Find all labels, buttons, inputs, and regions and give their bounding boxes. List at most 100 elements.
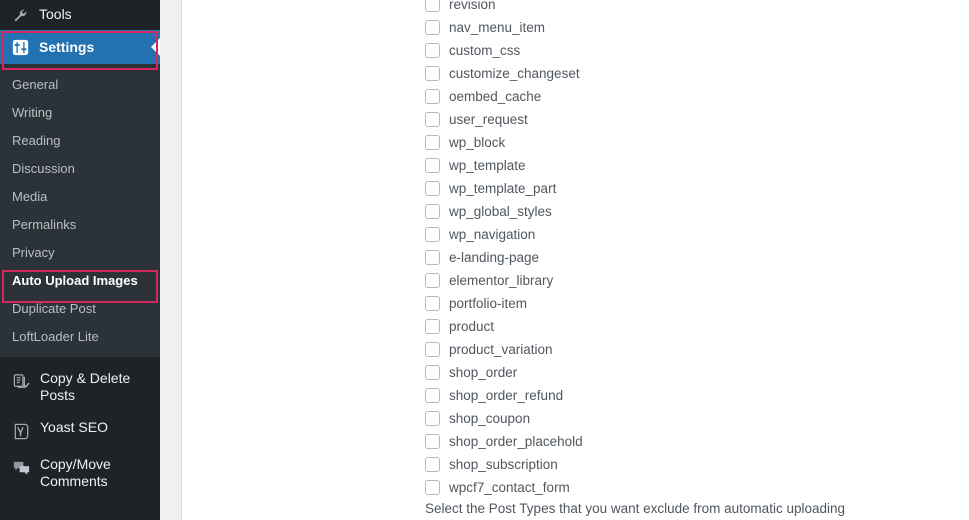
post-type-row[interactable]: oembed_cache <box>425 85 583 108</box>
post-type-checkbox[interactable] <box>425 319 440 334</box>
post-types-checklist: revision nav_menu_item custom_css customize… <box>425 0 583 499</box>
sidebar-item-label: Yoast SEO <box>40 419 108 435</box>
post-type-label: product_variation <box>449 341 553 357</box>
submenu-item-label: Privacy <box>12 244 55 260</box>
submenu-item-label: General <box>12 76 59 92</box>
post-type-checkbox[interactable] <box>425 0 440 12</box>
post-type-row[interactable]: custom_css <box>425 39 583 62</box>
post-type-label: product <box>449 318 495 334</box>
sidebar-item-privacy[interactable]: Privacy <box>0 238 160 266</box>
post-type-label: shop_order_placehold <box>449 433 583 449</box>
post-type-row[interactable]: elementor_library <box>425 269 583 292</box>
post-type-checkbox[interactable] <box>425 66 440 81</box>
post-type-label: revision <box>449 0 496 12</box>
post-type-row[interactable]: shop_order_refund <box>425 384 583 407</box>
submenu-item-label: Reading <box>12 132 61 148</box>
sidebar-item-discussion[interactable]: Discussion <box>0 154 160 182</box>
sidebar-item-general[interactable]: General <box>0 70 160 98</box>
post-type-row[interactable]: wpcf7_contact_form <box>425 476 583 499</box>
comments-icon <box>10 457 32 479</box>
settings-submenu: General Writing Reading Discussion Media… <box>0 64 160 357</box>
post-type-checkbox[interactable] <box>425 434 440 449</box>
post-type-checkbox[interactable] <box>425 43 440 58</box>
post-type-row[interactable]: shop_order_placehold <box>425 430 583 453</box>
sidebar-item-media[interactable]: Media <box>0 182 160 210</box>
post-type-checkbox[interactable] <box>425 204 440 219</box>
submenu-item-label: Discussion <box>12 160 75 176</box>
post-type-row[interactable]: customize_changeset <box>425 62 583 85</box>
post-type-row[interactable]: wp_template_part <box>425 177 583 200</box>
post-type-label: nav_menu_item <box>449 19 546 35</box>
sidebar-item-reading[interactable]: Reading <box>0 126 160 154</box>
post-types-description: Select the Post Types that you want excl… <box>425 501 845 516</box>
post-type-checkbox[interactable] <box>425 480 440 495</box>
sidebar-item-yoast-seo[interactable]: Yoast SEO <box>0 409 160 447</box>
copy-delete-posts-icon <box>10 371 32 393</box>
post-type-row[interactable]: e-landing-page <box>425 246 583 269</box>
post-type-row[interactable]: shop_order <box>425 361 583 384</box>
post-type-label: shop_order_refund <box>449 387 564 403</box>
post-type-checkbox[interactable] <box>425 342 440 357</box>
post-type-checkbox[interactable] <box>425 296 440 311</box>
post-type-checkbox[interactable] <box>425 411 440 426</box>
post-type-checkbox[interactable] <box>425 112 440 127</box>
post-type-row[interactable]: product_variation <box>425 338 583 361</box>
sidebar-plugin-menu: Copy & Delete Posts Yoast SEO Copy/Move … <box>0 357 160 495</box>
post-type-row[interactable]: product <box>425 315 583 338</box>
post-type-row[interactable]: wp_template <box>425 154 583 177</box>
wrench-icon <box>10 5 30 25</box>
post-type-checkbox[interactable] <box>425 181 440 196</box>
post-type-label: user_request <box>449 111 528 127</box>
post-type-row[interactable]: revision <box>425 0 583 16</box>
submenu-item-label: Duplicate Post <box>12 300 96 316</box>
post-type-checkbox[interactable] <box>425 388 440 403</box>
post-type-label: wp_navigation <box>449 226 536 242</box>
sidebar-item-copy-delete-posts[interactable]: Copy & Delete Posts <box>0 362 160 409</box>
submenu-item-label: LoftLoader Lite <box>12 328 99 344</box>
post-type-checkbox[interactable] <box>425 158 440 173</box>
post-type-checkbox[interactable] <box>425 365 440 380</box>
sidebar-item-label: Settings <box>39 39 95 55</box>
post-type-label: wp_template <box>449 157 526 173</box>
post-type-checkbox[interactable] <box>425 135 440 150</box>
sidebar-item-settings[interactable]: Settings <box>0 30 160 64</box>
yoast-seo-icon <box>10 420 32 442</box>
sidebar-item-permalinks[interactable]: Permalinks <box>0 210 160 238</box>
post-type-label: customize_changeset <box>449 65 580 81</box>
submenu-item-label: Writing <box>12 104 53 120</box>
post-type-row[interactable]: wp_global_styles <box>425 200 583 223</box>
sidebar-item-loftloader-lite[interactable]: LoftLoader Lite <box>0 322 160 350</box>
post-type-row[interactable]: portfolio-item <box>425 292 583 315</box>
post-type-row[interactable]: user_request <box>425 108 583 131</box>
post-type-checkbox[interactable] <box>425 89 440 104</box>
post-type-label: wp_template_part <box>449 180 557 196</box>
post-type-label: wp_block <box>449 134 506 150</box>
sidebar-item-auto-upload-images[interactable]: Auto Upload Images <box>0 266 160 294</box>
submenu-item-label: Media <box>12 188 48 204</box>
post-type-row[interactable]: wp_navigation <box>425 223 583 246</box>
post-type-checkbox[interactable] <box>425 457 440 472</box>
post-type-row[interactable]: shop_coupon <box>425 407 583 430</box>
post-type-label: wp_global_styles <box>449 203 552 219</box>
main-content: revision nav_menu_item custom_css customize… <box>182 0 969 520</box>
submenu-item-label: Auto Upload Images <box>12 272 138 288</box>
post-type-checkbox[interactable] <box>425 227 440 242</box>
post-type-label: wpcf7_contact_form <box>449 479 570 495</box>
post-type-row[interactable]: shop_subscription <box>425 453 583 476</box>
sidebar-item-copy-move-comments[interactable]: Copy/Move Comments <box>0 447 160 495</box>
post-type-checkbox[interactable] <box>425 250 440 265</box>
post-type-label: e-landing-page <box>449 249 540 265</box>
post-type-label: elementor_library <box>449 272 554 288</box>
post-type-label: shop_order <box>449 364 518 380</box>
sidebar-item-tools[interactable]: Tools <box>0 0 160 30</box>
sidebar-item-duplicate-post[interactable]: Duplicate Post <box>0 294 160 322</box>
post-type-row[interactable]: nav_menu_item <box>425 16 583 39</box>
post-type-checkbox[interactable] <box>425 273 440 288</box>
sidebar-item-writing[interactable]: Writing <box>0 98 160 126</box>
chevron-left-icon <box>151 38 160 56</box>
post-type-label: shop_subscription <box>449 456 558 472</box>
post-type-row[interactable]: wp_block <box>425 131 583 154</box>
post-type-label: shop_coupon <box>449 410 531 426</box>
sidebar-item-label: Tools <box>39 6 72 23</box>
post-type-checkbox[interactable] <box>425 20 440 35</box>
